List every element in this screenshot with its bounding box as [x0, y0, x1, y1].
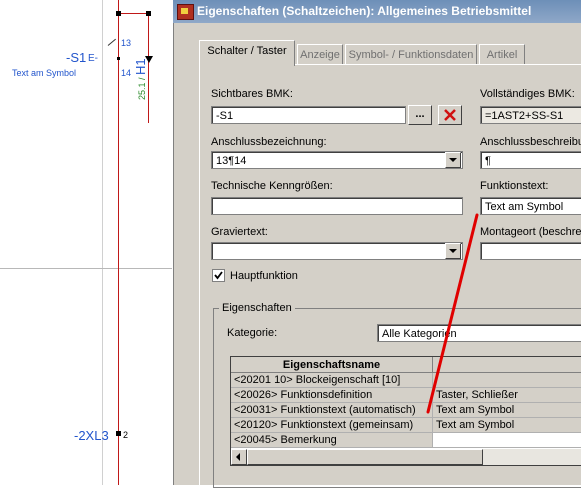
annotation-arrow-line [426, 213, 479, 414]
tab-label: Schalter / Taster [207, 45, 287, 57]
tab-schalter-taster[interactable]: Schalter / Taster [199, 40, 295, 66]
